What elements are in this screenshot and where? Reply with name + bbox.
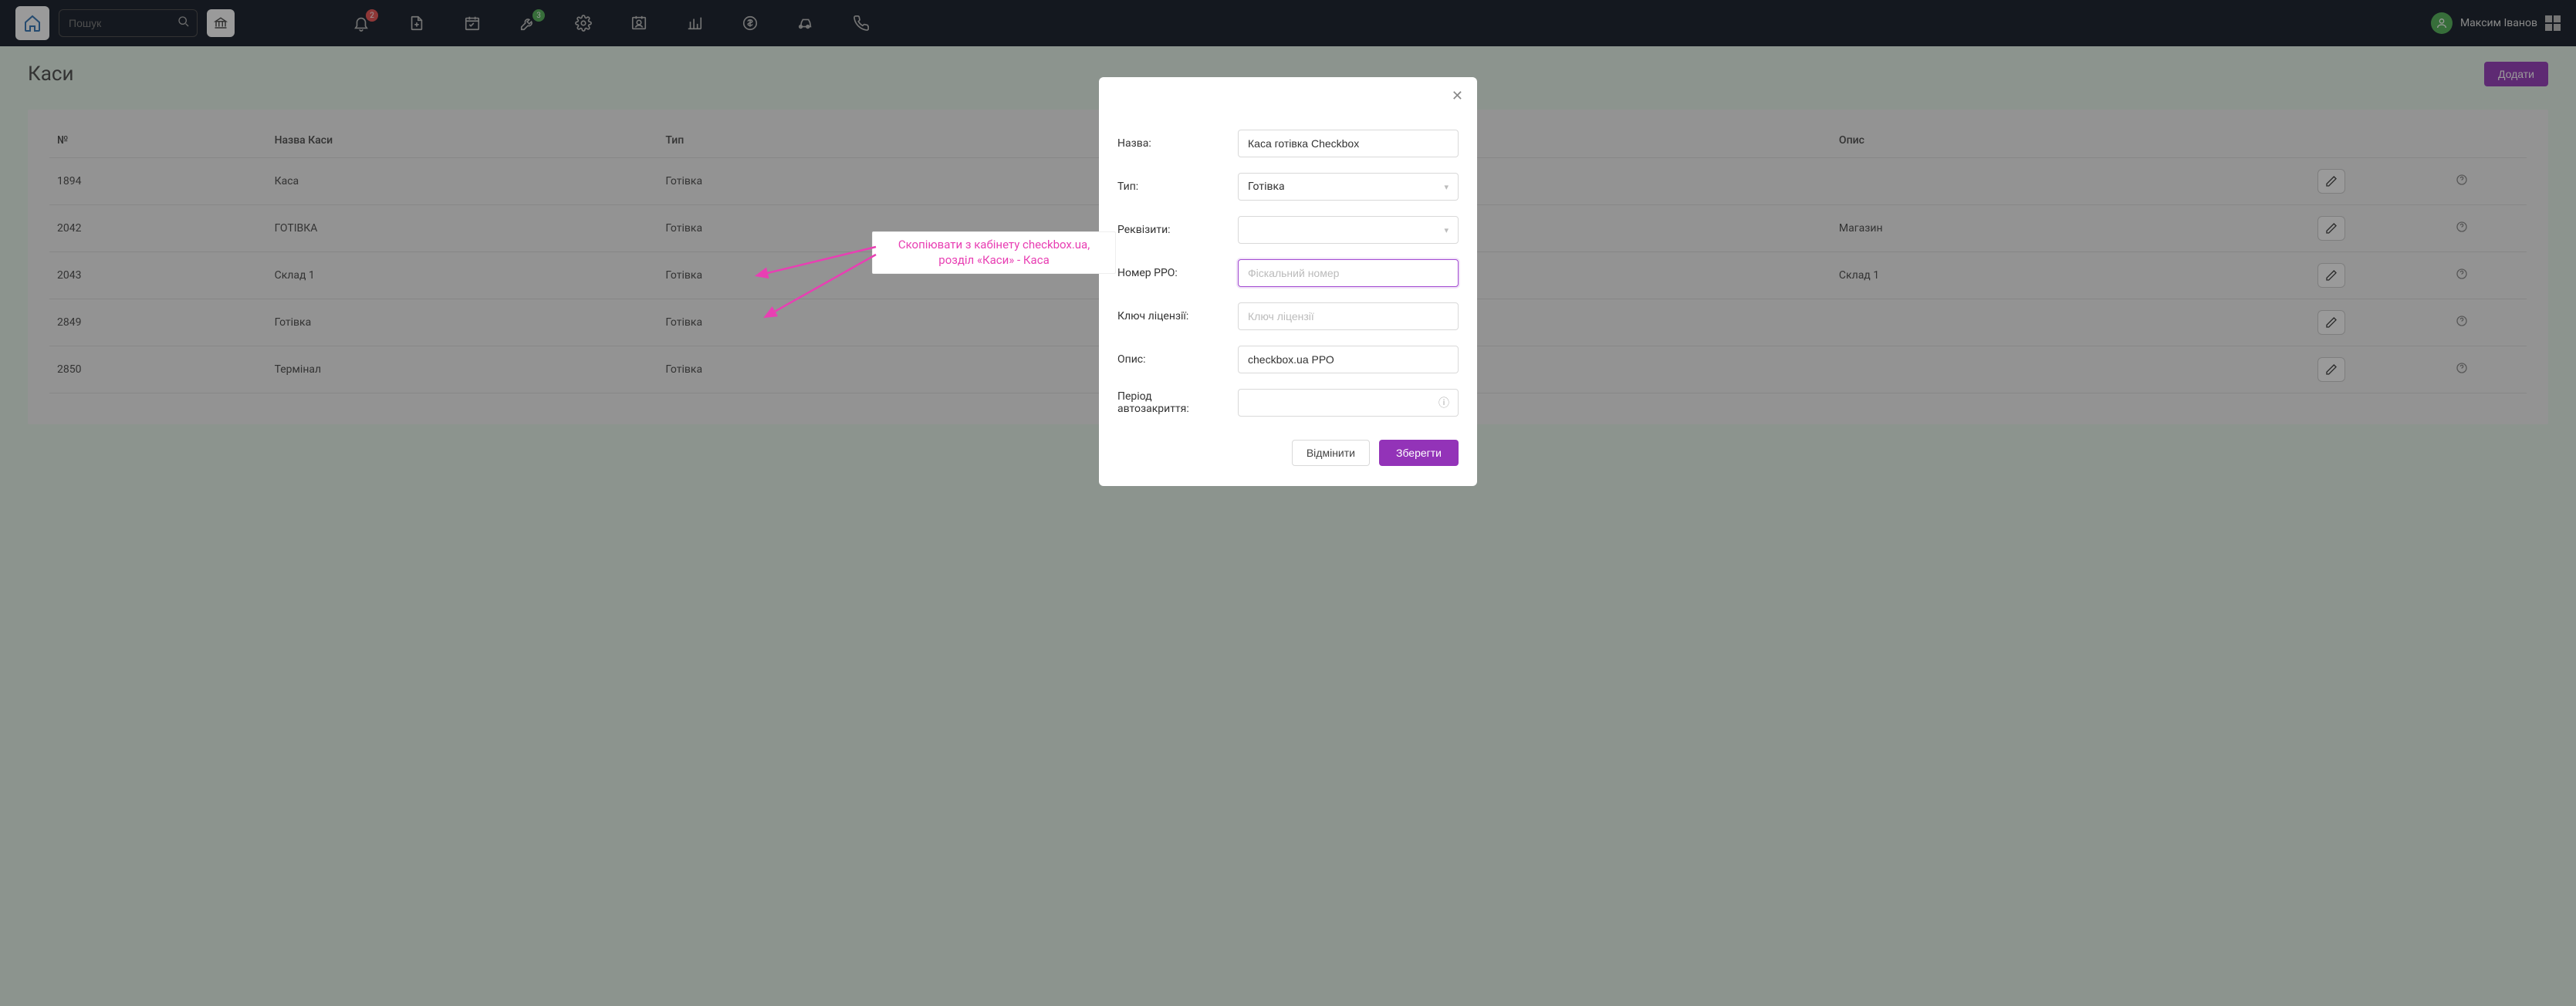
- chevron-down-icon: ▾: [1444, 225, 1449, 235]
- type-select-value: Готівка: [1248, 181, 1285, 193]
- label-autoclose: Період автозакриття:: [1117, 390, 1225, 415]
- info-icon[interactable]: ⓘ: [1438, 395, 1449, 410]
- label-license: Ключ ліцензії:: [1117, 310, 1225, 322]
- label-name: Назва:: [1117, 137, 1225, 150]
- label-requisites: Реквізити:: [1117, 224, 1225, 236]
- name-field[interactable]: [1238, 130, 1459, 157]
- label-type: Тип:: [1117, 181, 1225, 193]
- desc-field[interactable]: [1238, 346, 1459, 373]
- annotation-callout: Скопіювати з кабінету checkbox.ua, розді…: [872, 231, 1116, 274]
- save-button[interactable]: Зберегти: [1379, 440, 1459, 466]
- autoclose-field[interactable]: [1238, 389, 1459, 417]
- modal-overlay: ✕ Назва: Тип: Готівка ▾ Реквізити: ▾: [0, 0, 2576, 1006]
- close-icon[interactable]: ✕: [1452, 88, 1463, 104]
- callout-line2: розділ «Каси» - Каса: [882, 252, 1106, 268]
- requisites-select[interactable]: ▾: [1238, 216, 1459, 244]
- label-desc: Опис:: [1117, 353, 1225, 366]
- chevron-down-icon: ▾: [1444, 182, 1449, 192]
- type-select[interactable]: Готівка ▾: [1238, 173, 1459, 201]
- license-field[interactable]: [1238, 302, 1459, 330]
- rro-field[interactable]: [1238, 259, 1459, 287]
- edit-cash-register-modal: ✕ Назва: Тип: Готівка ▾ Реквізити: ▾: [1099, 77, 1477, 486]
- label-rro: Номер РРО:: [1117, 267, 1225, 279]
- callout-line1: Скопіювати з кабінету checkbox.ua,: [882, 237, 1106, 252]
- cancel-button[interactable]: Відмінити: [1292, 440, 1370, 466]
